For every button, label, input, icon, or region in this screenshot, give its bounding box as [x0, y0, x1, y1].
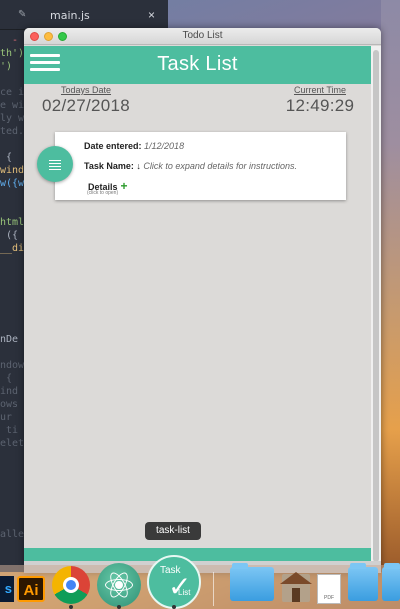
- code-line: {: [0, 373, 13, 384]
- desktop-wallpaper: [381, 0, 400, 572]
- code-line: alle: [0, 529, 25, 540]
- checkmark-icon: ✓: [168, 571, 192, 602]
- task-date-row: Date entered: 1/12/2018: [84, 141, 184, 151]
- scrollbar-thumb[interactable]: [373, 50, 379, 562]
- task-date-label: Date entered:: [84, 141, 142, 151]
- folder-icon[interactable]: [348, 563, 378, 601]
- photoshop-icon[interactable]: s: [0, 576, 14, 602]
- code-line: {: [0, 152, 13, 163]
- todays-date-value: 02/27/2018: [41, 96, 131, 115]
- details-hint: (click to open): [87, 190, 119, 196]
- todays-date-block: Todays Date 02/27/2018: [41, 85, 131, 116]
- home-folder-icon[interactable]: [280, 572, 312, 602]
- code-line: ({: [0, 230, 19, 241]
- editor-tab-bar: ✎ main.js ×: [0, 0, 168, 30]
- chrome-icon[interactable]: [52, 566, 90, 604]
- window-titlebar[interactable]: Todo List: [24, 28, 381, 45]
- editor-tab-main-js[interactable]: ✎ main.js ×: [0, 0, 168, 30]
- code-line: ows: [0, 399, 19, 410]
- window-title: Todo List: [182, 30, 223, 41]
- illustrator-icon[interactable]: Ai: [17, 576, 45, 602]
- pdf-document-icon[interactable]: PDF: [317, 574, 341, 604]
- app-title: Task List: [157, 53, 238, 75]
- code-line: ly w: [0, 113, 25, 124]
- app-footer: [24, 548, 371, 561]
- dock-separator: [213, 572, 214, 606]
- todays-date-label: Todays Date: [60, 85, 112, 95]
- task-date-value: 1/12/2018: [144, 141, 185, 151]
- code-line: elet: [0, 438, 25, 449]
- code-line: ted.: [0, 126, 25, 137]
- code-line: ind: [0, 386, 19, 397]
- current-time-value: 12:49:29: [285, 96, 355, 115]
- task-menu-icon[interactable]: [37, 146, 73, 182]
- code-line: '): [0, 61, 13, 72]
- code-line: wind: [0, 165, 25, 176]
- folder-icon[interactable]: [382, 563, 400, 601]
- task-icon-bottom-text: List: [178, 588, 191, 597]
- running-indicator: [172, 605, 176, 609]
- task-list-app-icon[interactable]: Task ✓ List: [147, 555, 201, 609]
- code-line: ndow: [0, 360, 25, 371]
- running-indicator: [69, 605, 73, 609]
- code-line: ce i: [0, 87, 25, 98]
- code-line: ur: [0, 412, 13, 423]
- arrow-down-icon: ↓: [136, 161, 141, 171]
- dock-tooltip: task-list: [145, 522, 201, 540]
- task-name-hint: Click to expand details for instructions…: [143, 161, 297, 171]
- code-line: __di: [0, 243, 25, 254]
- app-header: Task List: [24, 46, 371, 84]
- pencil-icon: ✎: [18, 9, 27, 20]
- code-line: nDe: [0, 334, 19, 345]
- editor-tab-label: main.js: [50, 9, 90, 22]
- code-line: ti: [0, 425, 19, 436]
- atom-icon[interactable]: [97, 563, 141, 607]
- task-name-label: Task Name:: [84, 161, 134, 171]
- close-icon[interactable]: ×: [148, 8, 155, 22]
- current-time-block: Current Time 12:49:29: [282, 85, 358, 116]
- code-line: html: [0, 217, 25, 228]
- code-line: e wi: [0, 100, 25, 111]
- plus-icon: +: [120, 179, 128, 193]
- folder-icon[interactable]: [230, 563, 274, 601]
- code-line: th'): [0, 48, 25, 59]
- todo-list-window: Todo List Task List Todays Date 02/27/20…: [24, 28, 381, 573]
- code-line: w({w: [0, 178, 25, 189]
- task-name-row[interactable]: Task Name: ↓ Click to expand details for…: [84, 161, 297, 171]
- current-time-label: Current Time: [293, 85, 346, 95]
- running-indicator: [117, 605, 121, 609]
- task-card[interactable]: Date entered: 1/12/2018 Task Name: ↓ Cli…: [55, 132, 346, 200]
